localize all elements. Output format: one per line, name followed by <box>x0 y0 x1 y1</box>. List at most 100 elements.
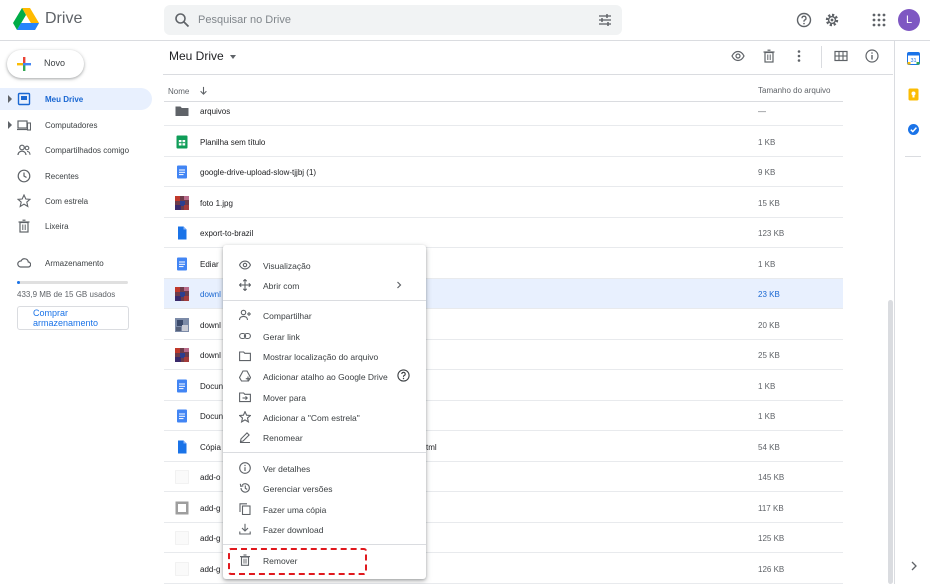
settings-gear-icon[interactable] <box>824 12 840 28</box>
sidebar-item-starred[interactable]: Com estrela <box>0 190 152 212</box>
search-options-icon[interactable] <box>598 13 612 27</box>
file-name: downl <box>200 351 221 360</box>
menu-separator <box>223 300 426 301</box>
menu-item-add-star[interactable]: Adicionar a "Com estrela" <box>223 407 426 427</box>
table-row[interactable]: export-to-brazil 123 KB <box>164 218 843 248</box>
menu-item-rename[interactable]: Renomear <box>223 427 426 447</box>
file-size: 1 KB <box>758 259 776 269</box>
file-size: 1 KB <box>758 381 776 391</box>
search-bar[interactable] <box>164 5 622 35</box>
info-icon <box>239 462 251 474</box>
shortcut-icon <box>239 370 251 382</box>
file-icon <box>175 226 189 240</box>
document-icon <box>175 257 189 271</box>
menu-item-details[interactable]: Ver detalhes <box>223 458 426 478</box>
image-thumbnail-icon <box>175 287 189 301</box>
menu-item-open-with[interactable]: Abrir com <box>223 275 426 295</box>
sidebar-item-label: Com estrela <box>45 197 89 206</box>
storage-usage-text: 433,9 MB de 15 GB usados <box>17 290 116 299</box>
calendar-icon[interactable]: 31 <box>907 52 920 65</box>
sidebar-item-recent[interactable]: Recentes <box>0 165 152 187</box>
file-name: export-to-brazil <box>200 229 254 238</box>
avatar[interactable]: L <box>898 9 920 31</box>
file-name: foto 1.jpg <box>200 198 233 208</box>
chevron-down-icon <box>229 54 236 59</box>
sidebar-item-shared[interactable]: Compartilhados comigo <box>0 139 152 161</box>
table-row[interactable]: Planilha sem título 1 KB <box>164 127 843 157</box>
trash-icon[interactable] <box>762 49 776 63</box>
image-thumbnail-icon <box>175 531 189 545</box>
menu-item-download[interactable]: Fazer download <box>223 519 426 539</box>
menu-item-make-copy[interactable]: Fazer uma cópia <box>223 499 426 519</box>
menu-item-label: Mostrar localização do arquivo <box>263 352 379 362</box>
more-vert-icon[interactable] <box>792 49 806 63</box>
shared-icon <box>17 144 31 156</box>
sidebar-item-computers[interactable]: Computadores <box>0 114 152 136</box>
file-size: 20 KB <box>758 320 780 330</box>
image-thumbnail-icon <box>175 470 189 484</box>
chevron-right-icon[interactable] <box>910 561 918 571</box>
scrollbar[interactable] <box>888 300 893 584</box>
help-icon[interactable] <box>397 369 410 382</box>
buy-storage-button[interactable]: Comprar armazenamento <box>17 306 129 330</box>
menu-item-label: Gerar link <box>263 332 300 342</box>
sidebar-item-label: Computadores <box>45 121 98 130</box>
drive-logo-icon[interactable] <box>13 8 39 31</box>
image-thumbnail-icon <box>175 195 189 210</box>
column-header-size[interactable]: Tamanho do arquivo <box>758 86 831 95</box>
table-row[interactable]: foto 1.jpg 15 KB <box>164 188 843 218</box>
top-bar: Drive L <box>0 0 930 41</box>
menu-item-move-to[interactable]: Mover para <box>223 387 426 407</box>
keep-icon[interactable] <box>907 88 920 101</box>
storage-label[interactable]: Armazenamento <box>45 259 104 268</box>
star-icon <box>17 194 31 208</box>
storage-bar <box>17 281 128 284</box>
table-row[interactable]: arquivos — <box>164 96 843 126</box>
file-name: add-g <box>200 503 221 513</box>
page-title-label: Meu Drive <box>169 49 224 63</box>
file-name: arquivos <box>200 107 231 116</box>
menu-item-preview[interactable]: Visualização <box>223 255 426 275</box>
context-menu: Visualização Abrir com Compartilhar Gera… <box>223 245 426 579</box>
table-row[interactable]: google-drive-upload-slow-tjjbj (1) 9 KB <box>164 157 843 187</box>
menu-item-manage-versions[interactable]: Gerenciar versões <box>223 478 426 498</box>
eye-icon[interactable] <box>731 49 745 63</box>
page-title[interactable]: Meu Drive <box>169 49 236 63</box>
history-icon <box>239 483 250 493</box>
apps-grid-icon[interactable] <box>871 12 887 28</box>
file-name: Planilha sem título <box>200 137 266 147</box>
sidebar-item-label: Compartilhados comigo <box>45 146 130 155</box>
my-drive-icon <box>17 92 31 106</box>
file-icon <box>175 440 189 454</box>
expand-arrow-icon[interactable] <box>7 95 13 103</box>
column-header-name[interactable]: Nome <box>168 86 208 96</box>
chevron-right-icon <box>397 281 402 289</box>
column-header-label: Nome <box>168 87 190 96</box>
cloud-icon <box>17 258 31 268</box>
search-input[interactable] <box>198 11 578 29</box>
new-button[interactable]: Novo <box>7 50 84 78</box>
download-icon <box>239 523 251 535</box>
file-name: add-g <box>200 534 221 543</box>
file-size: 25 KB <box>758 351 780 360</box>
help-icon[interactable] <box>796 12 812 28</box>
file-size: 54 KB <box>758 442 780 452</box>
toolbar-divider <box>821 46 822 68</box>
menu-item-show-location[interactable]: Mostrar localização do arquivo <box>223 346 426 366</box>
menu-item-share[interactable]: Compartilhar <box>223 305 426 325</box>
file-name: add-g <box>200 564 221 574</box>
grid-view-icon[interactable] <box>834 49 848 63</box>
file-size: 23 KB <box>758 290 780 299</box>
sidebar-item-trash[interactable]: Lixeira <box>0 215 152 237</box>
menu-item-get-link[interactable]: Gerar link <box>223 326 426 346</box>
file-name: add-o <box>200 473 221 482</box>
sidebar-item-my-drive[interactable]: Meu Drive <box>0 88 152 110</box>
menu-item-add-shortcut[interactable]: Adicionar atalho ao Google Drive <box>223 366 426 386</box>
expand-arrow-icon[interactable] <box>7 121 13 129</box>
move-icon <box>239 392 251 403</box>
sort-arrow-down-icon[interactable] <box>199 86 208 95</box>
search-icon[interactable] <box>174 12 190 28</box>
file-size: 145 KB <box>758 473 785 482</box>
tasks-icon[interactable] <box>907 123 920 136</box>
info-icon[interactable] <box>865 49 879 63</box>
